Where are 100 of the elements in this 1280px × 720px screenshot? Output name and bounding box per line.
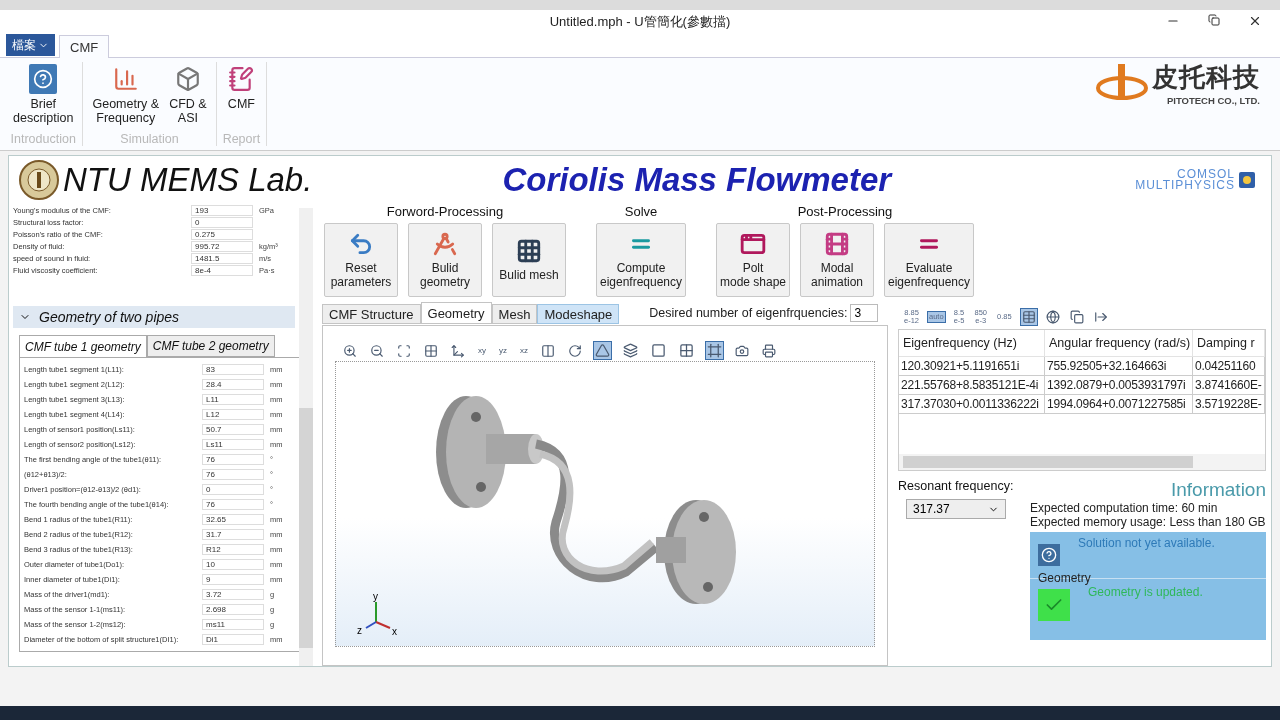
mesh-grid-icon: [516, 238, 542, 264]
param-field[interactable]: 9: [202, 574, 264, 585]
axis-label: z: [357, 625, 362, 636]
solution-status: Solution not yet available.: [1078, 536, 1215, 550]
file-menu-button[interactable]: 檔案: [6, 34, 55, 56]
param-field[interactable]: 50.7: [202, 424, 264, 435]
table-cell: 1994.0964+0.0071227585i: [1045, 395, 1193, 414]
axis-label: y: [373, 591, 378, 602]
restore-icon[interactable]: [1208, 14, 1220, 26]
action-button[interactable]: Polt mode shape: [716, 223, 790, 297]
ribbon-group-label: Report: [222, 132, 261, 146]
table-cell: 3.8741660E-: [1193, 376, 1265, 395]
param-field[interactable]: 76: [202, 454, 264, 465]
graphics-canvas[interactable]: y z x: [335, 362, 875, 647]
param-field[interactable]: 0: [191, 216, 253, 228]
section-header[interactable]: Geometry of two pipes: [13, 306, 295, 328]
param-field[interactable]: 995.72: [191, 240, 253, 252]
table-cell: 755.92505+32.164663i: [1045, 357, 1193, 376]
compass-icon: [432, 231, 458, 257]
status-heading: Geometry: [1038, 571, 1092, 585]
ribbon-button[interactable]: Brief description: [10, 62, 77, 132]
view-plane-button[interactable]: xz: [518, 344, 530, 357]
action-button[interactable]: Compute eigenfrequency: [596, 223, 686, 297]
undo-arrow-icon: [348, 231, 374, 257]
ribbon-tab[interactable]: CMF: [59, 35, 110, 58]
action-button[interactable]: Evaluate eigenfrequency: [884, 223, 974, 297]
param-field[interactable]: 31.7: [202, 529, 264, 540]
action-button[interactable]: Bulid mesh: [492, 223, 566, 297]
action-button[interactable]: Reset parameters: [324, 223, 398, 297]
param-field[interactable]: 76: [202, 499, 264, 510]
table-cell: 120.30921+5.1191651i: [899, 357, 1045, 376]
window-title: Untitled.mph - U管簡化(參數擋): [549, 13, 731, 31]
param-field[interactable]: 193: [191, 204, 253, 216]
param-field[interactable]: R12: [202, 544, 264, 555]
company-subtitle: PITOTECH CO., LTD.: [1166, 95, 1260, 106]
table-cell: 3.5719228E-: [1193, 395, 1265, 414]
notebook-icon: [227, 64, 256, 94]
group-title: Post-Processing: [797, 204, 893, 219]
table-cell: 1392.0879+0.0053931797i: [1045, 376, 1193, 395]
toggle-button[interactable]: [621, 341, 640, 360]
view-plane-button[interactable]: xy: [476, 344, 488, 357]
geometry-status: Geometry is updated.: [1088, 585, 1203, 599]
param-field[interactable]: 2.698: [202, 604, 264, 615]
ribbon-group-label: Simulation: [120, 132, 179, 146]
view-tab[interactable]: Geometry: [420, 302, 492, 324]
view-plane-button[interactable]: yz: [497, 344, 509, 357]
param-field[interactable]: 1481.5: [191, 252, 253, 264]
info-text: Expected computation time: 60 min: [1030, 501, 1219, 515]
param-field[interactable]: 76: [202, 469, 264, 480]
param-field[interactable]: ms11: [202, 619, 264, 630]
view-tab[interactable]: CMF Structure: [322, 304, 421, 324]
param-field[interactable]: 8e-4: [191, 264, 253, 276]
square-icon: [651, 343, 666, 358]
view-tab[interactable]: Mesh: [491, 304, 538, 324]
param-field[interactable]: 0.275: [191, 228, 253, 240]
ribbon-button[interactable]: CFD & ASI: [166, 62, 210, 132]
lab-name: NTU MEMS Lab.: [63, 161, 313, 199]
geometry-tab[interactable]: CMF tube 1 geometry: [19, 335, 147, 357]
ribbon-button[interactable]: Geometry & Frequency: [89, 62, 163, 132]
column-header: Damping r: [1193, 330, 1265, 357]
param-field[interactable]: 28.4: [202, 379, 264, 390]
axis-label: x: [392, 626, 397, 637]
info-title: Information: [1170, 479, 1266, 501]
param-field[interactable]: 83: [202, 364, 264, 375]
grid-icon: [679, 343, 694, 358]
toggle-button[interactable]: [593, 341, 612, 360]
scrollbar[interactable]: [299, 208, 313, 666]
eigen-count-field[interactable]: 3: [850, 304, 879, 322]
param-field[interactable]: Ls11: [202, 439, 264, 450]
film-icon: [824, 231, 850, 257]
geometry-tab[interactable]: CMF tube 2 geometry: [146, 335, 275, 357]
question-icon: [1038, 544, 1060, 566]
action-button[interactable]: Bulid geometry: [408, 223, 482, 297]
toggle-button[interactable]: [705, 341, 724, 360]
param-field[interactable]: 32.65: [202, 514, 264, 525]
university-seal-icon: [19, 160, 59, 200]
resonant-dropdown[interactable]: 317.37: [906, 499, 1006, 519]
light-triangle-icon: [595, 343, 610, 358]
param-field[interactable]: L11: [202, 394, 264, 405]
param-field[interactable]: L12: [202, 409, 264, 420]
param-field[interactable]: 10: [202, 559, 264, 570]
company-name: 皮托科技: [1152, 61, 1260, 94]
close-icon[interactable]: [1248, 14, 1262, 28]
eigen-count-label: Desired number of eigenfrquencies:: [649, 306, 848, 320]
horizontal-scrollbar[interactable]: [899, 454, 1265, 470]
table-cell: 221.55768+8.5835121E-4i: [899, 376, 1045, 395]
frame-icon: [707, 343, 722, 358]
toggle-button[interactable]: [649, 341, 668, 360]
axis-triad-drawing: [365, 601, 391, 629]
param-field[interactable]: 3.72: [202, 589, 264, 600]
toggle-button[interactable]: [677, 341, 696, 360]
param-field[interactable]: Di1: [202, 634, 264, 645]
view-tab[interactable]: Modeshape: [537, 304, 620, 324]
app-title: Coriolis Mass Flowmeter: [502, 161, 892, 199]
table-cell: 0.04251160: [1193, 357, 1265, 376]
param-field[interactable]: 0: [202, 484, 264, 495]
table-view-button[interactable]: [1019, 308, 1038, 326]
action-button[interactable]: Modal animation: [800, 223, 874, 297]
layers-icon: [623, 343, 638, 358]
ribbon-button[interactable]: CMF: [224, 62, 259, 132]
